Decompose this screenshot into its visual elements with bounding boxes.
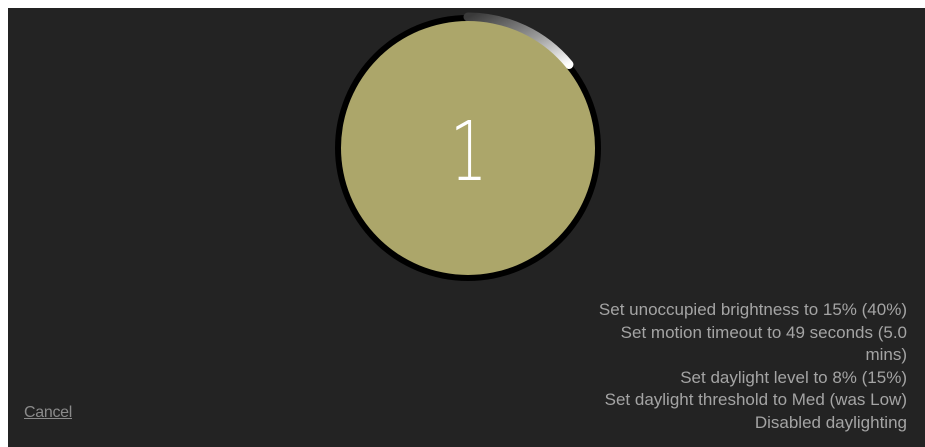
change-line: Set motion timeout to 49 seconds (5.0 (620, 322, 907, 342)
changes-list: Set unoccupied brightness to 15% (40%) S… (527, 299, 907, 434)
countdown-number: 1 (449, 105, 488, 200)
change-line: mins) (865, 345, 907, 364)
cancel-link[interactable]: Cancel (24, 404, 72, 422)
change-line: Set unoccupied brightness to 15% (40%) (598, 300, 907, 319)
change-line: Disabled daylighting (754, 412, 907, 432)
change-line: Set daylight level to 8% (15%) (680, 367, 907, 387)
countdown-timer: 1 (328, 8, 608, 288)
confirmation-panel: 1 Set unoccupied brightness to 15% (40%)… (8, 8, 925, 447)
change-line: Set daylight threshold to Med (was Low) (604, 390, 907, 409)
